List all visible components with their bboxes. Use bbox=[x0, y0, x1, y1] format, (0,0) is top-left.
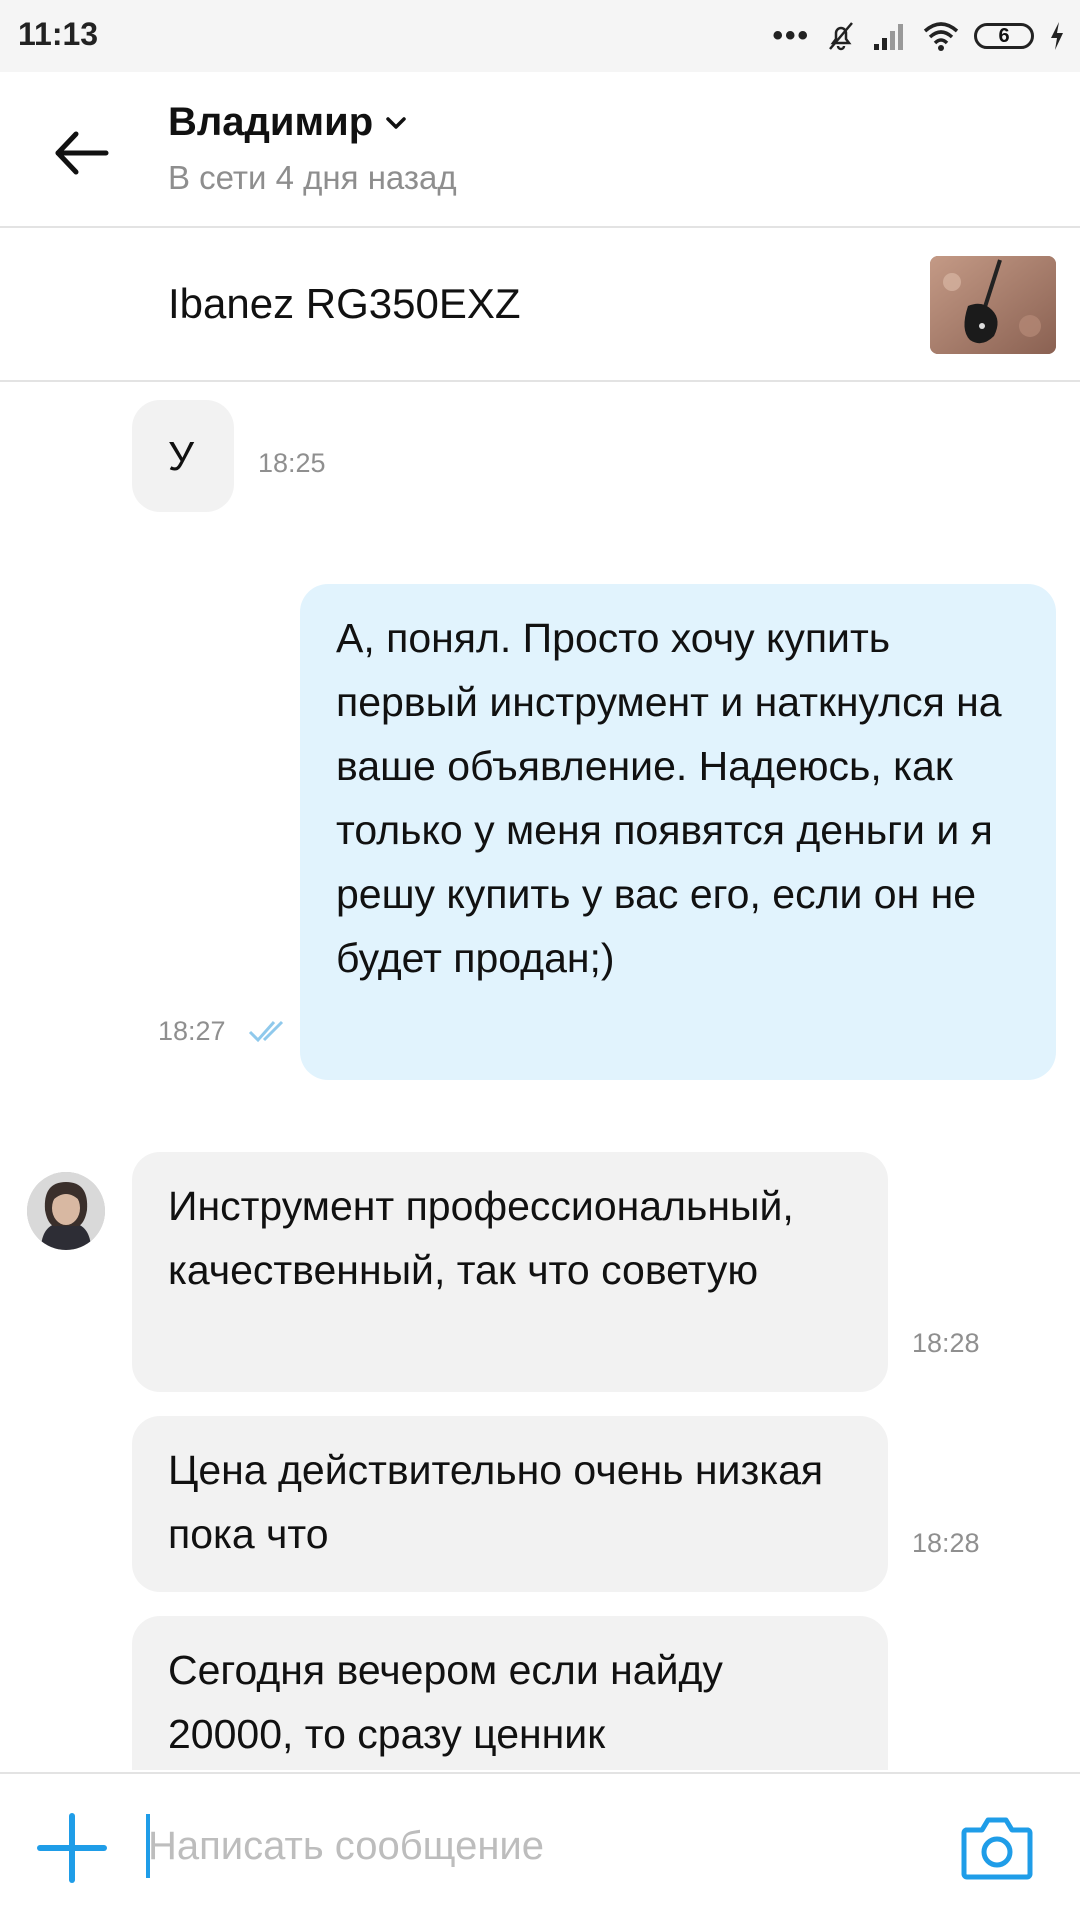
battery-icon: 6 bbox=[974, 23, 1034, 49]
battery-level: 6 bbox=[998, 24, 1010, 47]
listing-thumbnail[interactable] bbox=[930, 256, 1056, 354]
message-time: 18:27 bbox=[158, 1016, 226, 1046]
mute-icon bbox=[829, 22, 853, 51]
listing-banner[interactable]: Ibanez RG350EXZ bbox=[0, 228, 1080, 380]
avatar[interactable] bbox=[27, 1172, 105, 1250]
chat-header: Владимир В сети 4 дня назад bbox=[0, 72, 1080, 226]
status-icons: ••• 6 bbox=[772, 16, 1066, 56]
message-text: Инструмент профессиональный, качественны… bbox=[168, 1183, 794, 1293]
incoming-message-bubble[interactable]: Цена действительно очень низкая пока что bbox=[132, 1416, 888, 1592]
more-dots-icon: ••• bbox=[772, 19, 810, 52]
message-text: У bbox=[168, 433, 195, 479]
message-list[interactable]: У 18:25 18:27 А, понял. Просто хочу купи… bbox=[0, 384, 1080, 1770]
status-time: 11:13 bbox=[18, 16, 99, 52]
incoming-message-bubble[interactable]: У bbox=[132, 400, 234, 512]
incoming-message-bubble[interactable]: Сегодня вечером если найду 20000, то сра… bbox=[132, 1616, 888, 1770]
message-time: 18:28 bbox=[912, 1528, 980, 1558]
message-input[interactable] bbox=[148, 1810, 908, 1882]
double-check-icon bbox=[248, 1020, 284, 1043]
plus-icon[interactable] bbox=[36, 1812, 108, 1884]
listing-title: Ibanez RG350EXZ bbox=[168, 280, 521, 327]
message-composer bbox=[0, 1772, 1080, 1922]
outgoing-message-bubble[interactable]: А, понял. Просто хочу купить первый инст… bbox=[300, 584, 1056, 1080]
contact-name: Владимир bbox=[168, 100, 374, 144]
message-text: Цена действительно очень низкая пока что bbox=[168, 1447, 824, 1557]
message-text: А, понял. Просто хочу купить первый инст… bbox=[336, 615, 1002, 981]
camera-icon[interactable] bbox=[960, 1814, 1034, 1880]
contact-status: В сети 4 дня назад bbox=[168, 159, 457, 196]
listing-divider bbox=[0, 380, 1080, 382]
message-text: Сегодня вечером если найду 20000, то сра… bbox=[168, 1647, 723, 1757]
charging-icon bbox=[1051, 22, 1063, 50]
status-bar: 11:13 ••• 6 bbox=[0, 0, 1080, 72]
chevron-down-icon bbox=[386, 116, 406, 129]
back-arrow-icon[interactable] bbox=[52, 128, 112, 178]
message-time: 18:28 bbox=[912, 1328, 980, 1358]
message-time: 18:25 bbox=[258, 448, 326, 478]
wifi-icon bbox=[923, 22, 959, 51]
incoming-message-bubble[interactable]: Инструмент профессиональный, качественны… bbox=[132, 1152, 888, 1392]
signal-icon bbox=[874, 24, 903, 50]
contact-info[interactable]: Владимир В сети 4 дня назад bbox=[168, 100, 457, 197]
